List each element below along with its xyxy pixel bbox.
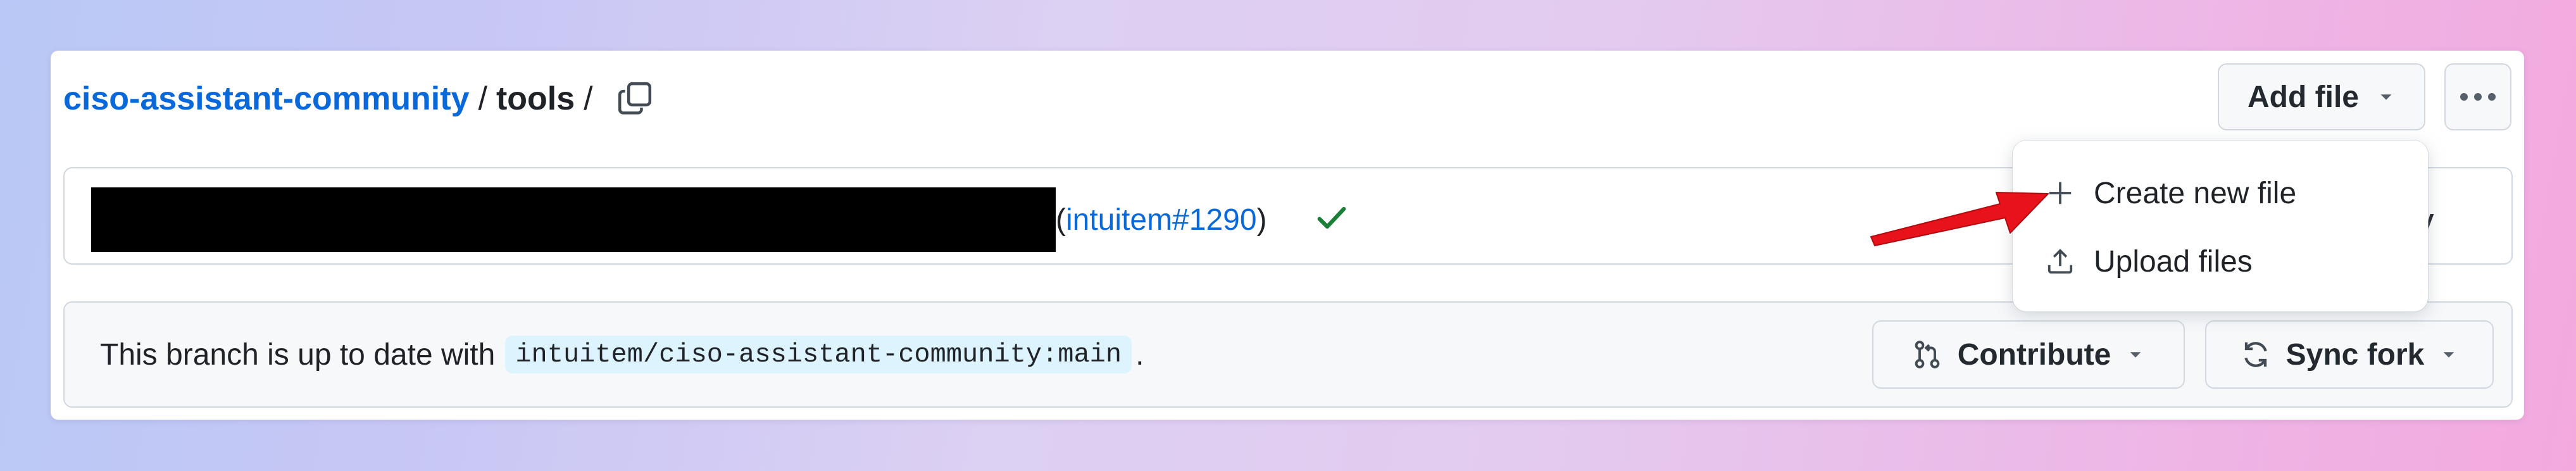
- sync-fork-button[interactable]: Sync fork: [2205, 320, 2494, 389]
- kebab-horizontal-icon: [2460, 93, 2496, 101]
- menu-item-label: Upload files: [2094, 244, 2253, 279]
- pr-close-paren: ): [1256, 203, 1267, 237]
- add-file-label: Add file: [2248, 80, 2359, 114]
- add-file-dropdown-menu: [2013, 141, 2428, 311]
- check-icon[interactable]: [1314, 200, 1349, 236]
- menu-item-label: Create new file: [2094, 176, 2297, 210]
- branch-status-period: .: [1135, 337, 1144, 372]
- chevron-down-icon: [2130, 352, 2141, 358]
- chevron-down-icon: [2443, 352, 2454, 358]
- breadcrumb-separator: /: [478, 80, 487, 117]
- breadcrumb: ciso-assistant-community / tools /: [63, 77, 654, 120]
- git-pull-request-icon: [1915, 341, 1940, 368]
- chevron-down-icon: [2380, 94, 2392, 100]
- more-options-button[interactable]: [2444, 63, 2511, 130]
- annotation-arrow-icon: [1870, 192, 2049, 246]
- breadcrumb-repo-link[interactable]: ciso-assistant-community: [63, 80, 470, 118]
- breadcrumb-trailing-separator: /: [584, 80, 593, 117]
- upstream-ref-link[interactable]: intuitem/ciso-assistant-community:main: [505, 336, 1132, 374]
- copy-path-button[interactable]: [616, 80, 654, 118]
- branch-status-text: This branch is up to date with intuitem/…: [100, 332, 1144, 377]
- sync-fork-label: Sync fork: [2285, 337, 2425, 372]
- pr-link[interactable]: intuitem#1290: [1066, 203, 1257, 237]
- upload-icon: [2048, 249, 2073, 274]
- breadcrumb-current-directory: tools: [496, 80, 575, 117]
- commit-pr-reference: ( intuitem#1290 ): [1056, 198, 1267, 242]
- contribute-button[interactable]: Contribute: [1872, 320, 2185, 389]
- branch-status-message: This branch is up to date with: [100, 337, 496, 372]
- redacted-commit-message: [91, 187, 1056, 252]
- contribute-label: Contribute: [1957, 337, 2111, 372]
- copy-icon: [618, 82, 651, 115]
- add-file-button[interactable]: Add file: [2218, 63, 2425, 130]
- menu-item-upload-files[interactable]: Upload files: [2046, 239, 2253, 284]
- menu-item-create-new-file[interactable]: Create new file: [2046, 171, 2296, 215]
- pr-open-paren: (: [1056, 203, 1066, 237]
- sync-icon: [2244, 342, 2267, 367]
